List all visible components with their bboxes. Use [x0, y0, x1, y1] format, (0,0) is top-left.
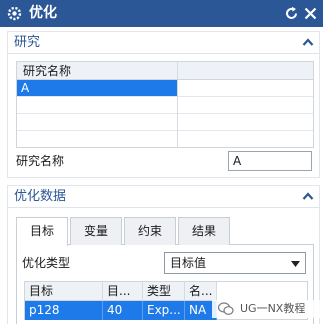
optimization-section-title: 优化数据 [14, 189, 67, 204]
optimization-type-value: 目标值 [170, 256, 207, 270]
grid-divider [177, 62, 178, 147]
study-section-header[interactable]: 研究 [8, 32, 319, 54]
study-section-title: 研究 [14, 35, 41, 50]
study-cell[interactable]: A [17, 80, 177, 96]
study-name-field[interactable]: A [228, 151, 312, 171]
optimization-section-header[interactable]: 优化数据 [8, 186, 319, 208]
study-cell[interactable] [17, 114, 177, 130]
study-cell[interactable] [17, 131, 177, 148]
table-row[interactable] [17, 131, 313, 148]
wechat-icon [218, 302, 234, 315]
column-header[interactable]: 名... [185, 282, 217, 301]
chevron-up-icon[interactable] [302, 191, 314, 201]
table-cell[interactable]: p128 [25, 301, 103, 320]
optimization-type-label: 优化类型 [22, 256, 71, 270]
study-name-label: 研究名称 [16, 154, 65, 168]
column-header[interactable]: 目... [103, 282, 143, 301]
reset-icon[interactable] [283, 5, 300, 22]
title-bar: 优化 [0, 0, 323, 27]
table-cell[interactable]: Exp... [143, 301, 185, 320]
study-grid: 研究名称 A [16, 61, 314, 148]
chevron-down-icon [291, 261, 300, 267]
table-row[interactable]: A [17, 80, 313, 97]
window-title: 优化 [29, 5, 57, 21]
table-row[interactable] [17, 97, 313, 114]
tab-variables[interactable]: 变量 [70, 217, 122, 245]
watermark-text: UG一NX教程 [240, 302, 306, 315]
grid-header: 研究名称 [17, 62, 313, 80]
close-icon[interactable] [302, 5, 319, 22]
watermark: UG一NX教程 [212, 300, 320, 318]
tab-constraints[interactable]: 约束 [124, 217, 176, 245]
column-header[interactable]: 目标 [25, 282, 103, 301]
tab-results[interactable]: 结果 [178, 217, 230, 245]
optimization-type-select[interactable]: 目标值 [164, 252, 306, 274]
grid-header-label: 研究名称 [23, 64, 72, 78]
column-header[interactable]: 类型 [143, 282, 185, 301]
table-cell[interactable]: 40 [103, 301, 143, 320]
chevron-up-icon[interactable] [302, 37, 314, 47]
tab-objectives[interactable]: 目标 [16, 217, 68, 246]
gear-icon [7, 6, 22, 21]
study-cell[interactable] [17, 97, 177, 113]
table-row[interactable] [17, 114, 313, 131]
